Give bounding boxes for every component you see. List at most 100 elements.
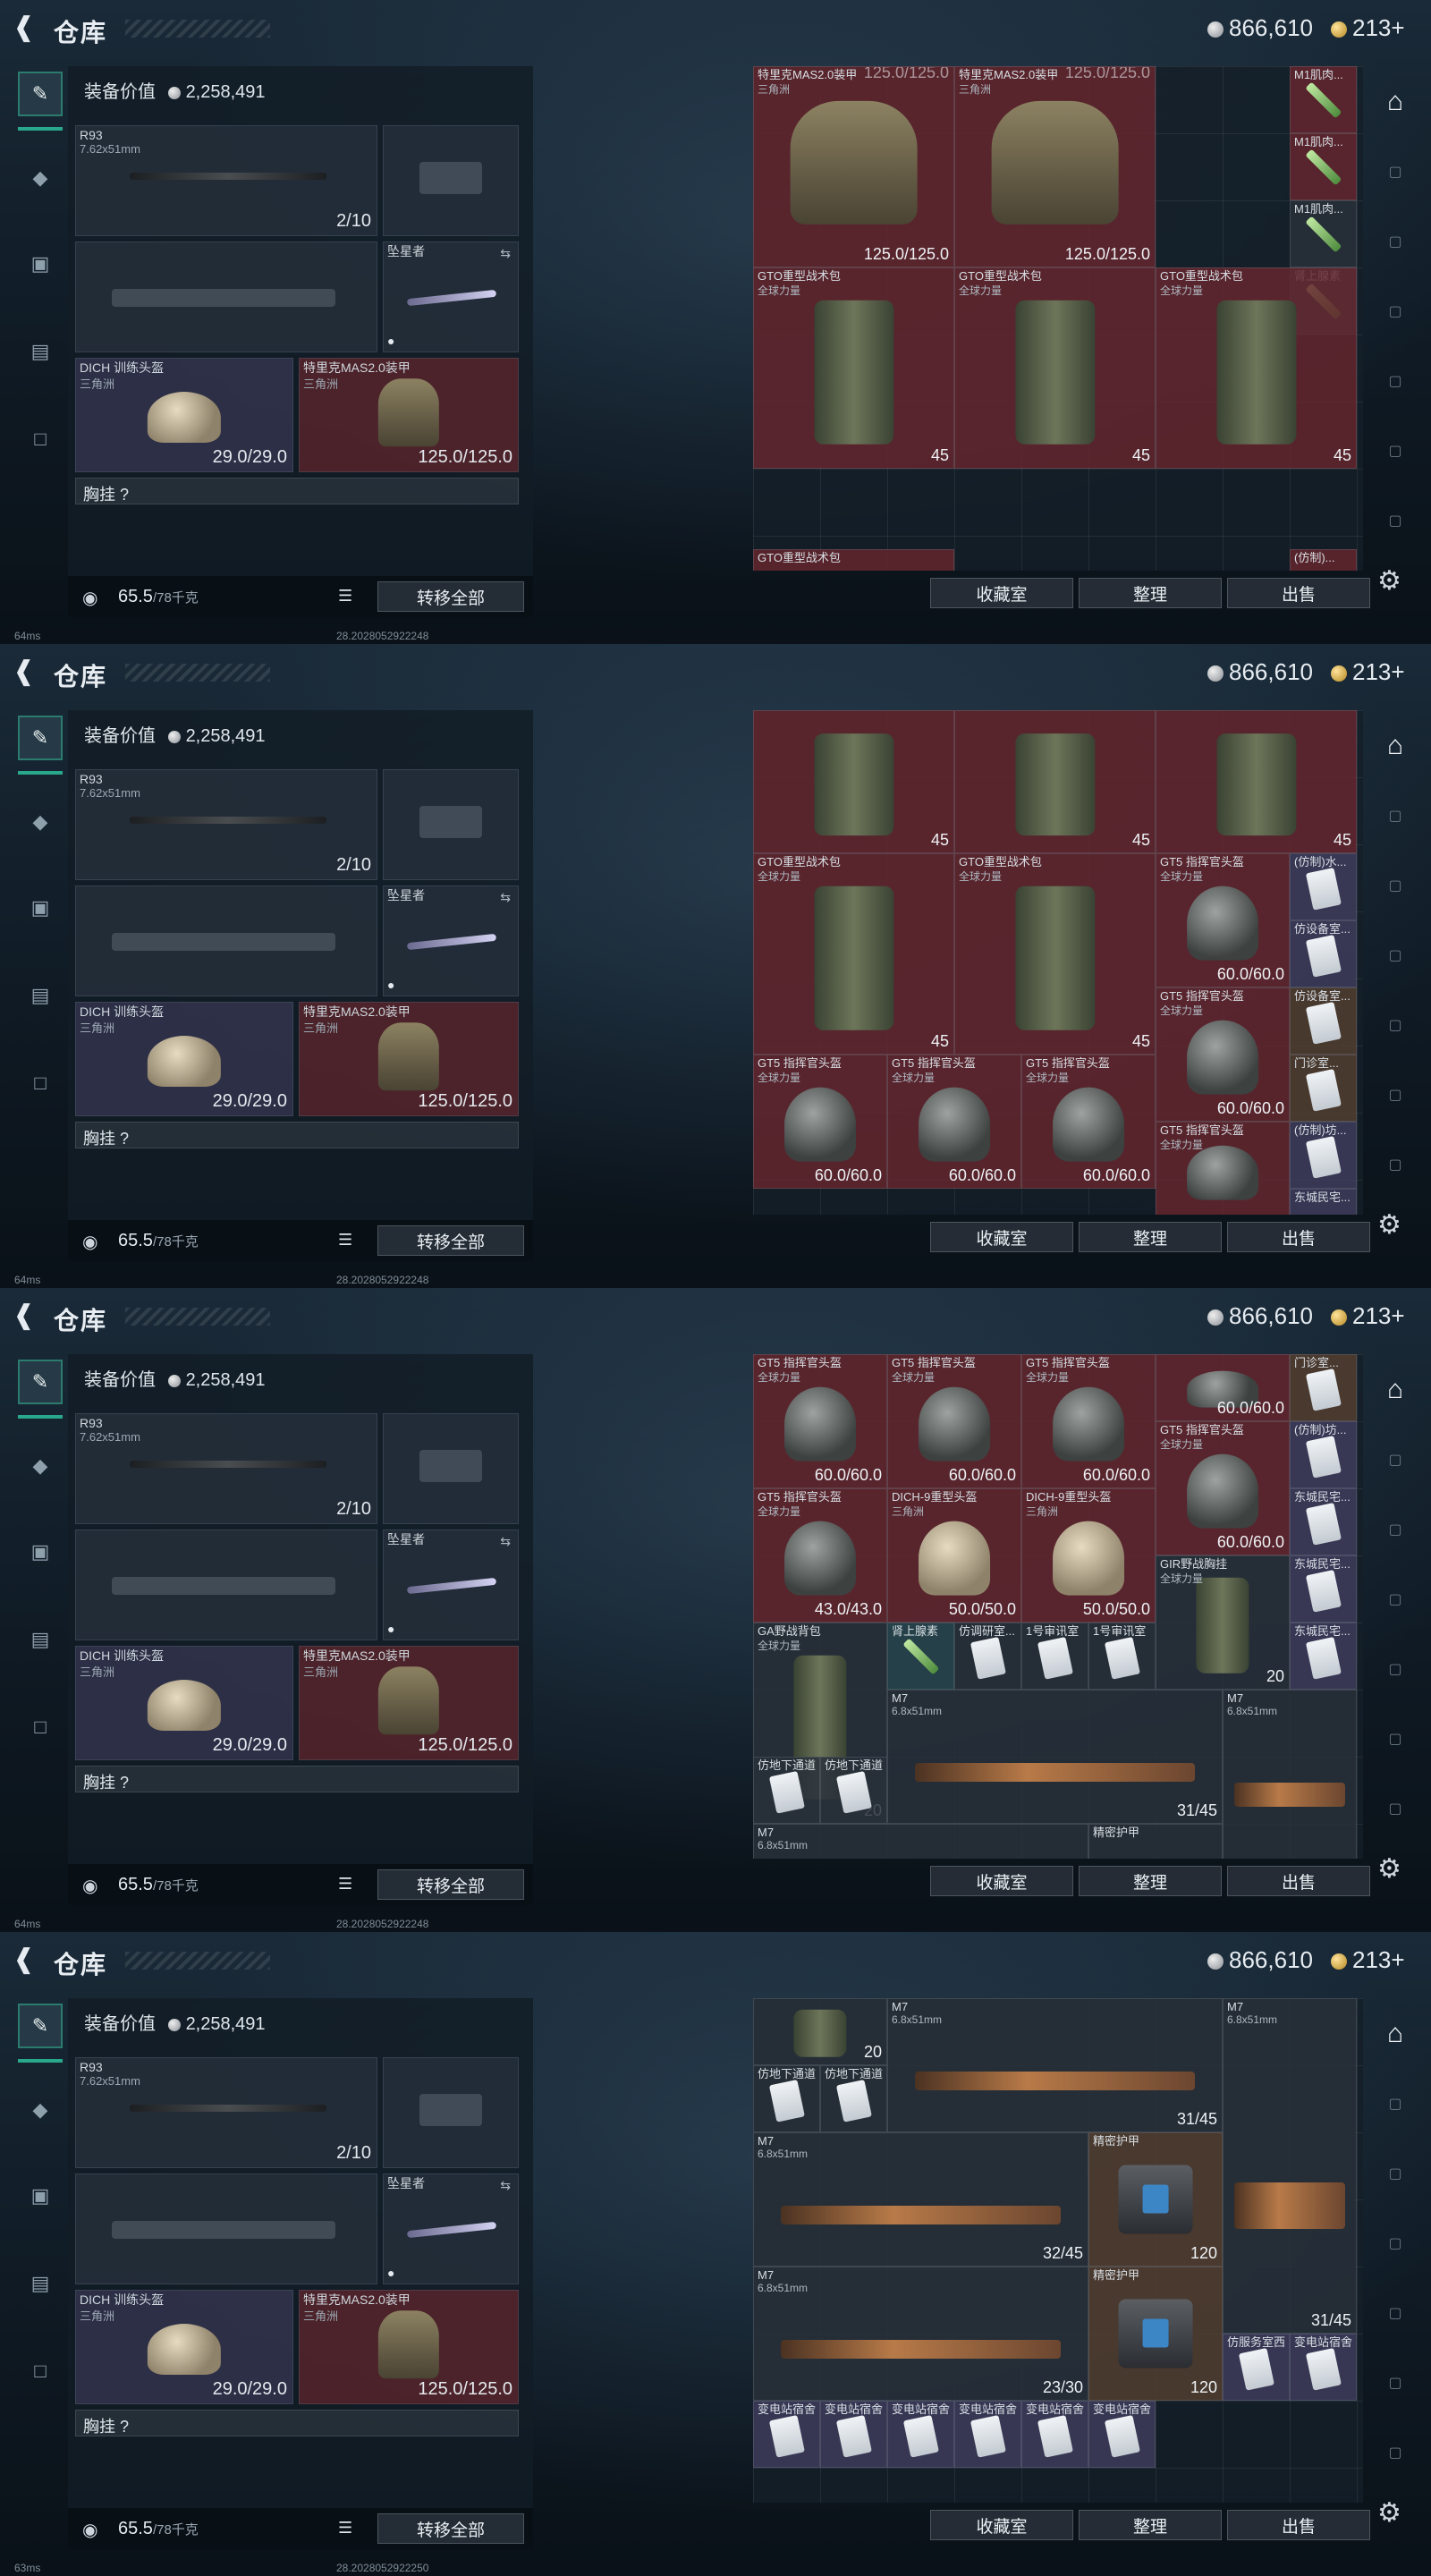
inventory-item[interactable]: 125.0/125.0 特里克MAS2.0装甲 三角洲 125.0/125.0 xyxy=(753,66,954,267)
inventory-item[interactable]: 45 xyxy=(954,710,1156,853)
armor-slot[interactable]: 特里克MAS2.0装甲 三角洲 125.0/125.0 xyxy=(299,1646,519,1760)
gear-icon[interactable]: ⚙ xyxy=(1377,565,1401,597)
tab-storage-4[interactable]: ▢ xyxy=(1376,292,1415,331)
tab-case[interactable]: □ xyxy=(18,2349,63,2394)
inventory-item[interactable]: 门诊室... xyxy=(1290,1055,1357,1122)
tab-case[interactable]: □ xyxy=(18,1705,63,1750)
tab-backpack[interactable]: ▣ xyxy=(18,1530,63,1574)
tab-storage-4[interactable]: ▢ xyxy=(1376,2224,1415,2263)
inventory-item[interactable]: GT5 指挥官头盔 全球力量 60.0/60.0 xyxy=(753,1354,887,1488)
tab-storage-7[interactable]: ▢ xyxy=(1376,1789,1415,1828)
back-icon[interactable]: ❰ xyxy=(13,1946,39,1973)
inventory-item[interactable]: 精密护甲 120 xyxy=(1088,2267,1223,2401)
sort-button[interactable]: 整理 xyxy=(1079,1866,1222,1896)
inventory-item[interactable]: GT5 指挥官头盔 全球力量 60.0/60.0 xyxy=(753,1055,887,1189)
sell-button[interactable]: 出售 xyxy=(1227,1866,1370,1896)
tab-storage-2[interactable]: ▢ xyxy=(1376,2084,1415,2123)
tab-warehouse-main[interactable]: ⌂ xyxy=(1376,726,1415,766)
inventory-item[interactable]: GTO重型战术包 全球力量 45 xyxy=(753,853,954,1055)
warehouse-grid[interactable]: 20 M7 6.8x51mm 31/45 M7 6.8x51mm 31/45 仿地下通道 仿地下… xyxy=(753,1998,1363,2503)
list-icon[interactable]: ☰ xyxy=(338,2519,352,2538)
inventory-item[interactable]: 仿设备室... xyxy=(1290,987,1357,1055)
chest-rig-slot[interactable]: 胸挂 ? xyxy=(75,2410,519,2436)
warehouse-grid[interactable]: 45 45 45 GTO重型战术包 全球力量 45 GTO重型战术包 全球力量 45 GT5 指挥… xyxy=(753,710,1363,1215)
inventory-item[interactable]: 变电站宿舍 xyxy=(954,2401,1021,2468)
inventory-item[interactable]: DICH-9重型头盔 三角洲 50.0/50.0 xyxy=(1021,1488,1156,1623)
inventory-item[interactable]: 45 xyxy=(753,710,954,853)
tab-storage-6[interactable]: ▢ xyxy=(1376,1075,1415,1114)
tab-keys[interactable]: ▤ xyxy=(18,1617,63,1662)
sort-button[interactable]: 整理 xyxy=(1079,1222,1222,1252)
inventory-item[interactable]: M7 6.8x51mm 32/45 xyxy=(753,2132,1088,2267)
tab-case[interactable]: □ xyxy=(18,417,63,462)
melee-slot[interactable]: 坠星者 ⇆ ● xyxy=(383,1530,519,1640)
gear-icon[interactable]: ⚙ xyxy=(1377,1853,1401,1885)
transfer-all-button[interactable]: 转移全部 xyxy=(377,581,524,612)
inventory-item[interactable]: GT5 指挥官头盔 全球力量 60.0/60.0 xyxy=(1021,1354,1156,1488)
inventory-item[interactable]: GIR野战胸挂 全球力量 20 xyxy=(1156,1555,1290,1690)
secondary-weapon-slot[interactable] xyxy=(75,1530,377,1640)
secondary-weapon-slot[interactable] xyxy=(75,242,377,352)
swap-icon[interactable]: ⇆ xyxy=(500,890,511,905)
inventory-item[interactable]: GT5 指挥官头盔 全球力量 60.0/60.0 xyxy=(1156,1421,1290,1555)
inventory-item[interactable]: 仿设备室... xyxy=(1290,920,1357,987)
tab-storage-4[interactable]: ▢ xyxy=(1376,1580,1415,1619)
chest-rig-slot[interactable]: 胸挂 ? xyxy=(75,1122,519,1148)
tab-storage-3[interactable]: ▢ xyxy=(1376,866,1415,905)
gold-currency[interactable]: 213+ xyxy=(1331,658,1405,686)
pistol-slot[interactable] xyxy=(383,2057,519,2168)
inventory-item[interactable]: 东城民宅... xyxy=(1290,1189,1357,1215)
gear-icon[interactable]: ⚙ xyxy=(1377,2497,1401,2529)
sort-button[interactable]: 整理 xyxy=(1079,2510,1222,2540)
tab-armor[interactable]: ◆ xyxy=(18,156,63,200)
back-icon[interactable]: ❰ xyxy=(13,1302,39,1329)
inventory-item[interactable]: GT5 指挥官头盔 全球力量 60.0/60.0 xyxy=(887,1055,1021,1189)
armor-slot[interactable]: 特里克MAS2.0装甲 三角洲 125.0/125.0 xyxy=(299,358,519,472)
inventory-item[interactable]: 变电站宿舍 xyxy=(753,2401,820,2468)
inventory-item[interactable]: 精密护甲 xyxy=(1088,1824,1223,1859)
collection-room-button[interactable]: 收藏室 xyxy=(930,1222,1073,1252)
tab-storage-5[interactable]: ▢ xyxy=(1376,2293,1415,2333)
inventory-item[interactable]: 变电站宿舍 xyxy=(820,2401,887,2468)
tab-backpack[interactable]: ▣ xyxy=(18,886,63,930)
gear-icon[interactable]: ⚙ xyxy=(1377,1209,1401,1241)
tab-storage-3[interactable]: ▢ xyxy=(1376,2154,1415,2193)
inventory-item[interactable]: M1肌肉... xyxy=(1290,66,1357,133)
inventory-item[interactable]: 变电站宿舍 xyxy=(1290,2334,1357,2401)
list-icon[interactable]: ☰ xyxy=(338,587,352,606)
tab-storage-5[interactable]: ▢ xyxy=(1376,1649,1415,1689)
inventory-item[interactable]: 仿地下通道 xyxy=(753,2065,820,2132)
inventory-item[interactable]: 45 xyxy=(1156,710,1357,853)
inventory-item[interactable]: M7 6.8x51mm 23/30 xyxy=(753,2267,1088,2401)
inventory-item[interactable]: 东城民宅... xyxy=(1290,1623,1357,1690)
transfer-all-button[interactable]: 转移全部 xyxy=(377,2513,524,2544)
tab-storage-2[interactable]: ▢ xyxy=(1376,152,1415,191)
tab-storage-3[interactable]: ▢ xyxy=(1376,1510,1415,1549)
inventory-item[interactable]: DICH-9重型头盔 三角洲 50.0/50.0 xyxy=(887,1488,1021,1623)
tab-warehouse-main[interactable]: ⌂ xyxy=(1376,1370,1415,1410)
inventory-item[interactable]: M7 6.8x51mm 31/45 xyxy=(1223,1998,1357,2334)
tab-storage-5[interactable]: ▢ xyxy=(1376,1005,1415,1045)
list-icon[interactable]: ☰ xyxy=(338,1875,352,1894)
tab-storage-2[interactable]: ▢ xyxy=(1376,796,1415,835)
inventory-item[interactable]: GT5 指挥官头盔 全球力量 60.0/60.0 xyxy=(1156,987,1290,1122)
inventory-item[interactable]: 20 xyxy=(753,1998,887,2065)
inventory-item[interactable]: M1肌肉... xyxy=(1290,133,1357,200)
inventory-item[interactable]: GT5 指挥官头盔 全球力量 xyxy=(1156,1122,1290,1215)
inventory-item[interactable]: GTO重型战术包 xyxy=(753,549,954,571)
chest-rig-slot[interactable]: 胸挂 ? xyxy=(75,1766,519,1792)
inventory-item[interactable]: 门诊室... xyxy=(1290,1354,1357,1421)
padlock-icon[interactable]: ◉ xyxy=(82,2519,97,2541)
tab-storage-6[interactable]: ▢ xyxy=(1376,2363,1415,2402)
inventory-item[interactable]: GT5 指挥官头盔 全球力量 60.0/60.0 xyxy=(887,1354,1021,1488)
inventory-item[interactable]: (仿制)水... xyxy=(1290,853,1357,920)
tab-armor[interactable]: ◆ xyxy=(18,2088,63,2132)
inventory-item[interactable]: M7 6.8x51mm xyxy=(753,1824,1088,1859)
tab-keys[interactable]: ▤ xyxy=(18,2261,63,2306)
inventory-item[interactable]: M1肌肉... xyxy=(1290,200,1357,267)
tab-storage-7[interactable]: ▢ xyxy=(1376,2433,1415,2472)
tab-warehouse-main[interactable]: ⌂ xyxy=(1376,2014,1415,2054)
inventory-item[interactable]: GTO重型战术包 全球力量 45 xyxy=(954,853,1156,1055)
tab-weapons[interactable]: ✎ xyxy=(18,2004,63,2063)
secondary-weapon-slot[interactable] xyxy=(75,2174,377,2284)
